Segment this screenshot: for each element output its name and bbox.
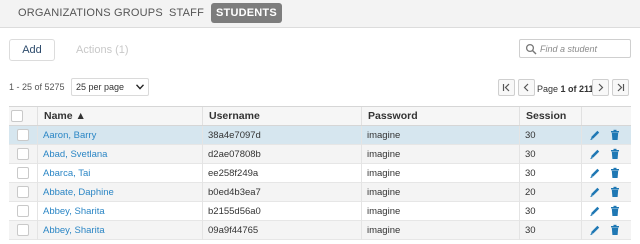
password-cell: imagine — [367, 149, 401, 160]
password-cell: imagine — [367, 187, 401, 198]
tab-students[interactable]: STUDENTS — [211, 3, 282, 23]
top-navigation: ORGANIZATIONS GROUPS STAFF STUDENTS — [0, 0, 640, 28]
row-checkbox[interactable] — [17, 186, 29, 198]
toolbar: Add Actions (1) — [0, 29, 640, 69]
last-page-button[interactable] — [612, 79, 629, 96]
add-button[interactable]: Add — [9, 39, 55, 61]
column-divider — [581, 126, 582, 145]
session-cell: 30 — [525, 149, 536, 160]
search-box[interactable] — [519, 39, 631, 58]
column-header-password[interactable]: Password — [361, 107, 519, 125]
username-cell: b0ed4b3ea7 — [208, 187, 261, 198]
session-cell: 30 — [525, 225, 536, 236]
column-header-actions — [581, 107, 631, 125]
last-page-icon — [617, 83, 625, 92]
trash-icon[interactable] — [609, 224, 621, 236]
chevron-down-icon — [136, 84, 144, 90]
row-checkbox[interactable] — [17, 205, 29, 217]
row-checkbox[interactable] — [17, 167, 29, 179]
column-divider — [581, 202, 582, 221]
password-cell: imagine — [367, 225, 401, 236]
tab-organizations[interactable]: ORGANIZATIONS — [13, 3, 116, 23]
trash-icon[interactable] — [609, 129, 621, 141]
row-checkbox[interactable] — [17, 148, 29, 160]
table-row[interactable]: Aaron, Barry 38a4e7097d imagine 30 — [9, 126, 631, 145]
pencil-icon[interactable] — [589, 186, 601, 198]
student-name-link[interactable]: Abbey, Sharita — [37, 221, 202, 240]
username-cell: b2155d56a0 — [208, 206, 261, 217]
column-header-username[interactable]: Username — [202, 107, 361, 125]
username-cell: ee258f249a — [208, 168, 259, 179]
column-header-name[interactable]: Name ▲ — [37, 107, 202, 125]
prev-page-icon — [523, 83, 529, 92]
username-cell: 38a4e7097d — [208, 130, 261, 141]
session-cell: 30 — [525, 168, 536, 179]
pencil-icon[interactable] — [589, 148, 601, 160]
table-header: Name ▲ Username Password Session — [9, 106, 631, 126]
student-name-link[interactable]: Abarca, Tai — [37, 164, 202, 183]
username-cell: d2ae07808b — [208, 149, 261, 160]
column-header-session[interactable]: Session — [519, 107, 581, 125]
table-row[interactable]: Abbey, Sharita 09a9f44765 imagine 30 — [9, 221, 631, 240]
header-select-cell — [9, 107, 37, 125]
tab-groups[interactable]: GROUPS — [109, 3, 168, 23]
table-row[interactable]: Abbate, Daphine b0ed4b3ea7 imagine 20 — [9, 183, 631, 202]
column-divider — [581, 164, 582, 183]
row-checkbox[interactable] — [17, 224, 29, 236]
search-input[interactable] — [540, 41, 628, 56]
row-checkbox[interactable] — [17, 129, 29, 141]
per-page-value: 25 per page — [76, 82, 125, 92]
page-prefix: Page — [537, 84, 559, 94]
search-icon — [525, 43, 537, 55]
session-cell: 30 — [525, 130, 536, 141]
pencil-icon[interactable] — [589, 167, 601, 179]
column-divider — [581, 221, 582, 240]
first-page-button[interactable] — [498, 79, 515, 96]
tab-staff[interactable]: STAFF — [164, 3, 209, 23]
student-name-link[interactable]: Abad, Svetlana — [37, 145, 202, 164]
next-page-icon — [598, 83, 604, 92]
column-divider — [581, 183, 582, 202]
trash-icon[interactable] — [609, 186, 621, 198]
page-indicator: Page 1 of 211 — [537, 84, 594, 94]
table-row[interactable]: Abad, Svetlana d2ae07808b imagine 30 — [9, 145, 631, 164]
trash-icon[interactable] — [609, 205, 621, 217]
student-name-link[interactable]: Abbate, Daphine — [37, 183, 202, 202]
session-cell: 20 — [525, 187, 536, 198]
first-page-icon — [502, 83, 510, 92]
next-page-button[interactable] — [592, 79, 609, 96]
student-name-link[interactable]: Aaron, Barry — [37, 126, 202, 145]
table-row[interactable]: Abbey, Sharita b2155d56a0 imagine 30 — [9, 202, 631, 221]
student-name-link[interactable]: Abbey, Sharita — [37, 202, 202, 221]
column-divider — [581, 145, 582, 164]
result-range: 1 - 25 of 5275 — [9, 82, 65, 92]
per-page-select[interactable]: 25 per page — [71, 78, 149, 96]
table-row[interactable]: Abarca, Tai ee258f249a imagine 30 — [9, 164, 631, 183]
trash-icon[interactable] — [609, 148, 621, 160]
pencil-icon[interactable] — [589, 205, 601, 217]
password-cell: imagine — [367, 206, 401, 217]
session-cell: 30 — [525, 206, 536, 217]
pencil-icon[interactable] — [589, 224, 601, 236]
pagination-bar: 1 - 25 of 5275 25 per page Page 1 of 211 — [0, 78, 640, 100]
password-cell: imagine — [367, 168, 401, 179]
password-cell: imagine — [367, 130, 401, 141]
select-all-checkbox[interactable] — [11, 110, 23, 122]
page-current: 1 of 211 — [560, 84, 594, 94]
actions-button[interactable]: Actions (1) — [76, 39, 129, 61]
trash-icon[interactable] — [609, 167, 621, 179]
prev-page-button[interactable] — [518, 79, 535, 96]
pencil-icon[interactable] — [589, 129, 601, 141]
username-cell: 09a9f44765 — [208, 225, 259, 236]
